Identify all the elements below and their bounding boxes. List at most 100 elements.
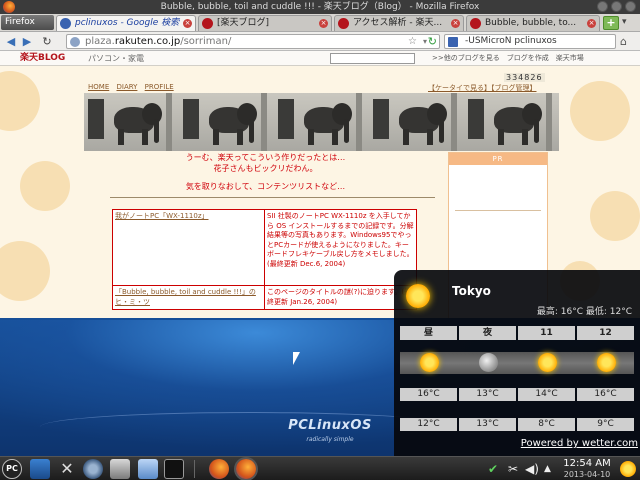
forecast-low: 9°C bbox=[577, 418, 634, 431]
back-button[interactable]: ◀ bbox=[4, 35, 18, 48]
forecast-highs: 16°C 13°C 14°C 16°C bbox=[400, 388, 634, 401]
rakuten-favicon-icon bbox=[202, 18, 213, 29]
desktop-brand-logo: PCLinuxOS bbox=[288, 418, 372, 433]
access-counter: 334826 bbox=[504, 73, 545, 82]
menu-home-link[interactable]: HOME bbox=[88, 83, 109, 91]
scissors-icon[interactable]: ✂ bbox=[508, 461, 518, 477]
tab-label: [楽天ブログ] bbox=[217, 18, 270, 28]
forward-button[interactable]: ▶ bbox=[20, 35, 34, 48]
forecast-icons bbox=[400, 352, 634, 374]
elephant-photo bbox=[84, 93, 179, 151]
powered-by-link[interactable]: Powered by wetter.com bbox=[521, 438, 638, 449]
bg-dot bbox=[0, 241, 50, 301]
close-window-button[interactable] bbox=[625, 1, 636, 12]
pr-box bbox=[455, 171, 541, 211]
message-line: 気を取りなおして、コンテンツリストなど… bbox=[185, 182, 346, 191]
minimize-button[interactable] bbox=[597, 1, 608, 12]
clock-date: 2013-04-10 bbox=[563, 470, 611, 479]
tab-close-icon[interactable]: × bbox=[319, 19, 328, 28]
url-bar[interactable]: plaza.rakuten.co.jp/sorriman/ ☆ ▾ ↻ bbox=[66, 34, 440, 49]
search-engine-icon[interactable] bbox=[448, 37, 458, 47]
mouse-cursor-icon bbox=[293, 352, 300, 365]
update-ok-icon[interactable]: ✔ bbox=[488, 461, 498, 477]
entry-title-link[interactable]: 「Bubble, bubble, toil and cuddle !!!」のヒ・… bbox=[112, 285, 265, 310]
blog-menu: HOME DIARY PROFILE bbox=[88, 83, 179, 91]
mobile-admin-links[interactable]: 【ケータイで見る】【ブログ管理】 bbox=[428, 83, 537, 93]
weather-tray-icon[interactable] bbox=[620, 461, 636, 477]
tools-icon[interactable]: ✕ bbox=[57, 459, 77, 479]
message-line: うーむ、楽天ってこういう作りだったとは… bbox=[185, 153, 346, 162]
tray-expand-icon[interactable]: ▲ bbox=[544, 461, 551, 477]
history-dropdown-icon[interactable]: ▾ bbox=[423, 35, 427, 48]
reload-icon[interactable]: ↻ bbox=[40, 35, 54, 48]
volume-icon[interactable]: ◀) bbox=[525, 461, 539, 477]
rakuten-search-input[interactable] bbox=[330, 53, 415, 64]
elephant-photo bbox=[274, 93, 369, 151]
moon-icon bbox=[479, 353, 498, 372]
message-line: 花子さんもビックリだわん。 bbox=[213, 164, 318, 173]
tab-close-icon[interactable]: × bbox=[451, 19, 460, 28]
go-reload-icon[interactable]: ↻ bbox=[428, 35, 437, 48]
firefox-launcher-icon[interactable] bbox=[209, 459, 229, 479]
weather-high-low: 最高: 16°C 最低: 12°C bbox=[536, 307, 632, 317]
forecast-high: 13°C bbox=[459, 388, 516, 401]
window-titlebar[interactable]: Bubble, bubble, toil and cuddle !!! - 楽天… bbox=[0, 0, 640, 14]
site-identity-icon[interactable] bbox=[70, 37, 80, 47]
show-desktop-icon[interactable] bbox=[30, 459, 50, 479]
tab-bar: Firefox pclinuxos - Google 検索 × [楽天ブログ] … bbox=[0, 14, 640, 32]
tab-google-search[interactable]: pclinuxos - Google 検索 × bbox=[56, 15, 196, 31]
tab-rakuten-blog[interactable]: [楽天ブログ] × bbox=[198, 15, 332, 31]
start-menu-button[interactable]: PC bbox=[2, 459, 22, 479]
sun-icon bbox=[420, 353, 439, 372]
clock[interactable]: 12:54 AM 2013-04-10 bbox=[560, 458, 614, 480]
tab-close-icon[interactable]: × bbox=[183, 19, 192, 28]
package-manager-icon[interactable] bbox=[110, 459, 130, 479]
weather-city: Tokyo bbox=[452, 284, 491, 298]
firefox-window-task-icon[interactable] bbox=[236, 459, 256, 479]
window-controls bbox=[597, 1, 636, 13]
url-prefix: plaza. bbox=[85, 36, 115, 47]
menu-profile-link[interactable]: PROFILE bbox=[145, 83, 174, 91]
tab-list-icon[interactable]: ▾ bbox=[622, 17, 627, 27]
bookmark-star-icon[interactable]: ☆ bbox=[408, 35, 417, 48]
tab-access-analysis[interactable]: アクセス解析 - 楽天... × bbox=[334, 15, 464, 31]
navigation-bar: ◀ ▶ ↻ plaza.rakuten.co.jp/sorriman/ ☆ ▾ … bbox=[0, 32, 640, 51]
category-link[interactable]: パソコン・家電 bbox=[88, 51, 144, 66]
bg-dot bbox=[590, 191, 640, 241]
rakuten-favicon-icon bbox=[338, 18, 349, 29]
rakuten-header-links[interactable]: >>他のブログを見る ブログを作成 楽天市場 bbox=[432, 51, 584, 66]
weather-widget: Tokyo 最高: 16°C 最低: 12°C 昼 夜 11 12 16°C 1… bbox=[394, 270, 640, 456]
terminal-icon[interactable] bbox=[164, 459, 184, 479]
period-label: 11 bbox=[518, 326, 575, 340]
forecast-lows: 12°C 13°C 8°C 9°C bbox=[400, 418, 634, 431]
search-box[interactable]: -USMicroN pclinuxos bbox=[444, 34, 616, 49]
sun-icon bbox=[538, 353, 557, 372]
forecast-low: 13°C bbox=[459, 418, 516, 431]
forecast-high: 16°C bbox=[400, 388, 457, 401]
entry-title-link[interactable]: 我がノートPC「WX-1110z」 bbox=[112, 209, 265, 286]
tab-bubble-blog[interactable]: Bubble, bubble, to... × bbox=[466, 15, 600, 31]
control-center-icon[interactable] bbox=[83, 459, 103, 479]
period-label: 夜 bbox=[459, 326, 516, 340]
new-tab-button[interactable]: + bbox=[603, 16, 619, 30]
content-list-table: 我がノートPC「WX-1110z」 SII 社製のノートPC WX-1110z … bbox=[112, 209, 417, 310]
firefox-icon bbox=[3, 1, 15, 13]
menu-diary-link[interactable]: DIARY bbox=[116, 83, 137, 91]
url-domain: rakuten.co.jp bbox=[114, 36, 181, 47]
maximize-button[interactable] bbox=[611, 1, 622, 12]
taskbar: PC ✕ ✔ ✂ ◀) ▲ 12:54 AM 2013-04-10 bbox=[0, 456, 640, 480]
forecast-low: 12°C bbox=[400, 418, 457, 431]
bg-dot bbox=[570, 81, 630, 141]
elephant-banner-image bbox=[84, 93, 559, 151]
window-title: Bubble, bubble, toil and cuddle !!! - 楽天… bbox=[160, 2, 480, 12]
tab-close-icon[interactable]: × bbox=[587, 19, 596, 28]
rakuten-header-bar: 楽天BLOG パソコン・家電 >>他のブログを見る ブログを作成 楽天市場 bbox=[0, 51, 640, 66]
taskbar-separator bbox=[194, 460, 195, 478]
file-manager-icon[interactable] bbox=[138, 459, 158, 479]
google-favicon-icon bbox=[60, 18, 71, 29]
firefox-menu-button[interactable]: Firefox bbox=[1, 15, 54, 30]
rakuten-blog-logo[interactable]: 楽天BLOG bbox=[20, 51, 65, 66]
period-label: 12 bbox=[577, 326, 634, 340]
period-label: 昼 bbox=[400, 326, 457, 340]
home-icon[interactable]: ⌂ bbox=[620, 35, 627, 48]
